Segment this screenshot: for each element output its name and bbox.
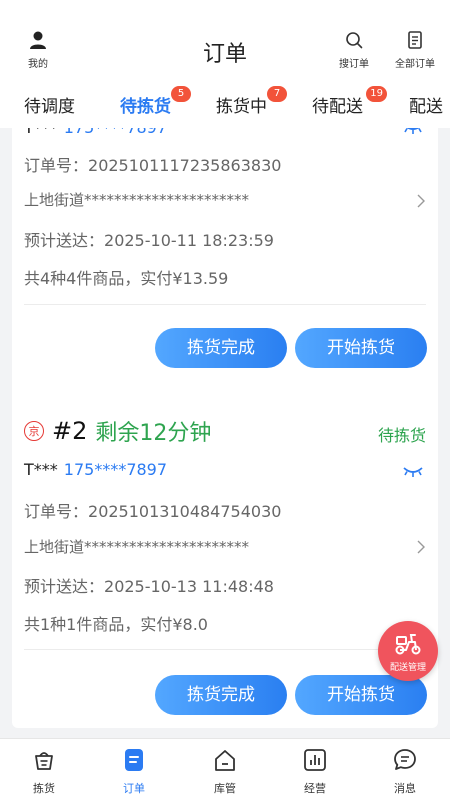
customer-name: T*** [24, 128, 58, 137]
tab-pending-pick[interactable]: 待拣货 5 [120, 86, 191, 117]
basket-icon [35, 752, 53, 770]
nav-inventory[interactable]: 库管 [195, 747, 255, 796]
nav-label: 消息 [394, 782, 416, 795]
eta-value: 2025-10-13 11:48:48 [104, 577, 274, 596]
tab-count-badge: 5 [171, 86, 191, 102]
tab-delivering[interactable]: 配送 [409, 92, 443, 117]
eta-row: 预计送达：2025-10-11 18:23:59 [24, 227, 274, 251]
summary-text: 共4种4件商品，实付¥13.59 [24, 269, 229, 288]
order-status: 待拣货 [377, 426, 426, 445]
tab-count-badge: 19 [366, 86, 387, 102]
order-card[interactable]: 京 #2 剩余12分钟 待拣货 T*** 175****7897 订单号：2025… [12, 402, 438, 728]
chevron-right-icon[interactable] [416, 193, 426, 209]
tab-pending-dispatch[interactable]: 待调度 [24, 92, 75, 117]
start-picking-button[interactable]: 开始拣货 [295, 675, 427, 715]
eye-closed-icon[interactable] [402, 465, 424, 479]
eta-row: 预计送达：2025-10-13 11:48:48 [24, 573, 274, 597]
divider [24, 649, 426, 650]
page-title: 订单 [202, 42, 247, 67]
divider [24, 304, 426, 305]
order-number-row: 订单号：2025101117235863830 [24, 152, 281, 176]
status-tabs: 待调度 待拣货 5 拣货中 7 待配送 19 配送 [0, 82, 450, 128]
eta-label: 预计送达： [24, 231, 105, 250]
tab-label: 待配送 [312, 97, 363, 117]
nav-label: 库管 [214, 782, 236, 795]
tab-label: 待调度 [24, 97, 75, 117]
order-number: 2025101117235863830 [88, 156, 282, 175]
order-summary: 共1种1件商品，实付¥8.0 [24, 611, 208, 635]
remaining-time: 剩余12分钟 [95, 421, 212, 446]
bottom-navigation: 拣货 订单 库管 经营 消息 [0, 738, 450, 800]
message-icon [394, 749, 416, 770]
jd-platform-badge: 京 [24, 421, 44, 441]
customer-phone[interactable]: 175****7897 [64, 460, 167, 479]
address-row[interactable]: 上地街道********************** [24, 189, 249, 210]
tab-label: 待拣货 [120, 97, 171, 117]
all-orders-button[interactable]: 全部订单 [388, 30, 442, 70]
chart-icon [304, 749, 326, 771]
profile-label: 我的 [28, 59, 48, 70]
delivery-management-button[interactable]: 配送管理 [378, 621, 438, 681]
tab-picking[interactable]: 拣货中 7 [216, 86, 287, 117]
eye-closed-icon[interactable] [402, 128, 424, 136]
eta-label: 预计送达： [24, 577, 105, 596]
user-icon [30, 31, 46, 49]
customer-name: T*** [24, 460, 58, 479]
order-card-header: 京 #2 剩余12分钟 [24, 414, 211, 448]
order-number-label: 订单号： [24, 156, 89, 175]
all-orders-label: 全部订单 [395, 59, 435, 70]
chevron-right-icon[interactable] [416, 539, 426, 555]
home-icon [215, 750, 235, 771]
summary-text: 共1种1件商品，实付¥8.0 [24, 615, 208, 634]
customer-row: T*** 175****7897 [24, 128, 167, 137]
order-number-row: 订单号：2025101310484754030 [24, 498, 281, 522]
address-row[interactable]: 上地街道********************** [24, 536, 249, 557]
delivery-management-label: 配送管理 [389, 663, 426, 673]
order-icon [125, 749, 143, 771]
nav-orders[interactable]: 订单 [104, 747, 164, 796]
tab-label: 配送 [409, 97, 443, 117]
address-text: 上地街道********************** [24, 538, 250, 556]
tab-count-badge: 7 [267, 86, 287, 102]
nav-picking[interactable]: 拣货 [14, 747, 74, 796]
pick-complete-button[interactable]: 拣货完成 [155, 328, 287, 368]
customer-row: T*** 175****7897 [24, 460, 167, 479]
nav-label: 经营 [304, 782, 326, 795]
nav-label: 拣货 [33, 782, 55, 795]
search-icon [346, 32, 363, 49]
pick-complete-button[interactable]: 拣货完成 [155, 675, 287, 715]
start-picking-button[interactable]: 开始拣货 [295, 328, 427, 368]
order-number: 2025101310484754030 [88, 502, 282, 521]
address-text: 上地街道********************** [24, 191, 250, 209]
tab-label: 拣货中 [216, 97, 267, 117]
app-header: 我的 订单 搜订单 全部订单 [0, 0, 450, 82]
order-summary: 共4种4件商品，实付¥13.59 [24, 265, 228, 289]
order-number-label: 订单号： [24, 502, 89, 521]
search-orders-button[interactable]: 搜订单 [333, 30, 375, 70]
scooter-icon [395, 634, 421, 655]
nav-label: 订单 [123, 782, 145, 795]
nav-messages[interactable]: 消息 [375, 747, 435, 796]
nav-business[interactable]: 经营 [285, 747, 345, 796]
eta-value: 2025-10-11 18:23:59 [104, 231, 274, 250]
profile-button[interactable]: 我的 [18, 30, 58, 70]
search-orders-label: 搜订单 [339, 59, 369, 70]
tab-pending-delivery[interactable]: 待配送 19 [312, 86, 387, 117]
customer-phone[interactable]: 175****7897 [64, 128, 167, 137]
document-icon [408, 31, 422, 49]
order-sequence: #2 [52, 417, 88, 445]
